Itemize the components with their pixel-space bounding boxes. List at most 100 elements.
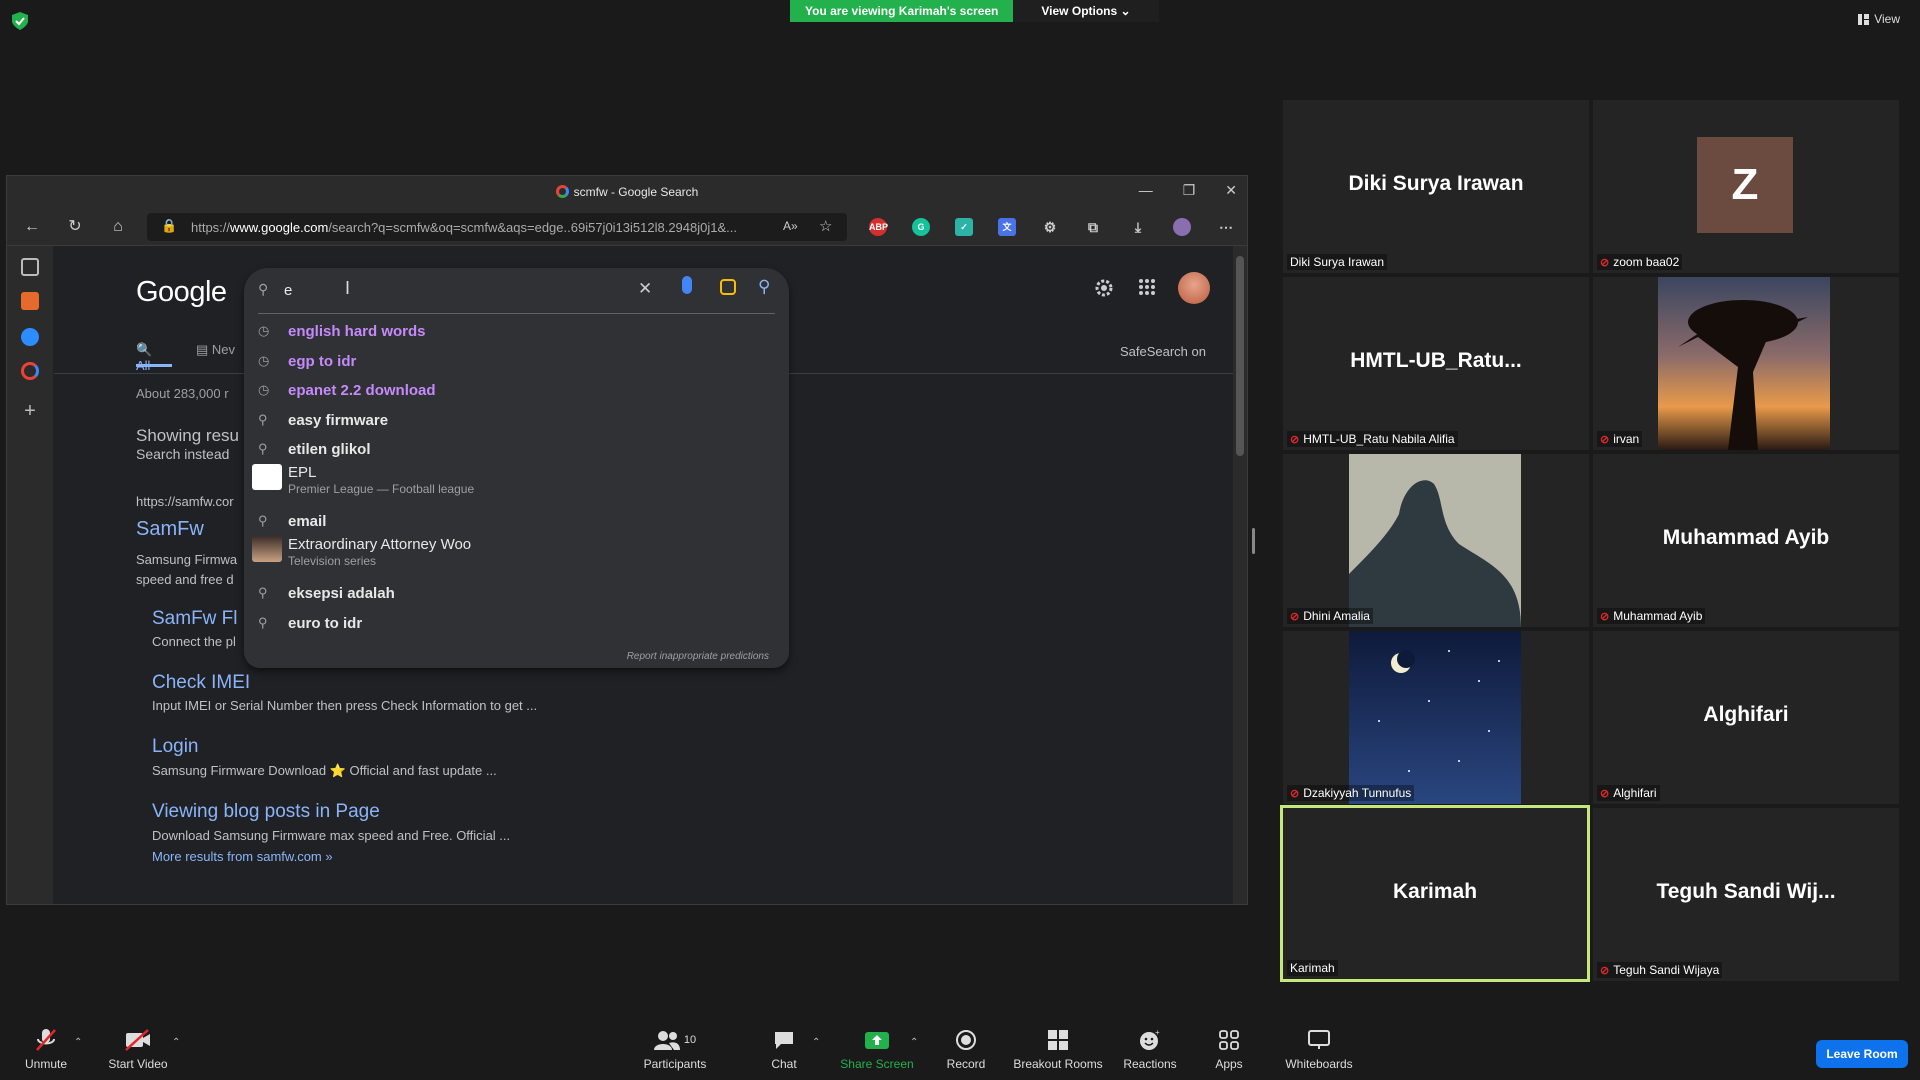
- participant-tile[interactable]: ⊘ Dhini Amalia: [1283, 454, 1589, 627]
- adblock-extension-icon[interactable]: ABP: [869, 218, 888, 236]
- breakout-rooms-button[interactable]: Breakout Rooms: [1013, 1027, 1103, 1071]
- participant-tile[interactable]: Z ⊘ zoom baa02: [1593, 100, 1899, 273]
- clear-icon[interactable]: ✕: [638, 279, 652, 299]
- profile-avatar[interactable]: [1173, 218, 1191, 236]
- suggestion-text: EPL: [288, 464, 317, 481]
- grammarly-extension-icon[interactable]: G: [912, 218, 930, 236]
- home-icon[interactable]: ⌂: [107, 216, 129, 238]
- close-icon[interactable]: ✕: [1225, 182, 1237, 199]
- suggestion-item[interactable]: ⚲ easy firmware: [244, 405, 789, 434]
- chat-options-caret-icon[interactable]: ⌃: [812, 1037, 820, 1048]
- read-aloud-icon[interactable]: A»: [783, 219, 798, 233]
- viewing-label: You are viewing Karimah's screen: [790, 0, 1014, 22]
- start-video-button[interactable]: Start Video: [106, 1027, 170, 1071]
- collections-icon[interactable]: ⧉: [1084, 218, 1102, 236]
- share-options-caret-icon[interactable]: ⌃: [910, 1037, 918, 1048]
- apps-icon: [1212, 1027, 1246, 1053]
- apps-button[interactable]: Apps: [1212, 1027, 1246, 1071]
- participant-name: Dzakiyyah Tunnufus: [1303, 786, 1412, 800]
- voice-search-icon[interactable]: [682, 276, 692, 294]
- night-sky-photo: [1349, 631, 1521, 804]
- active-speaker-tile[interactable]: Karimah Karimah: [1280, 805, 1590, 982]
- suggestion-item[interactable]: ⚲ eksepsi adalah: [244, 578, 789, 607]
- more-menu-icon[interactable]: ⋯: [1217, 218, 1235, 236]
- google-search-page: Google 🔍 All ▤ Nev SafeSearch on About 2…: [54, 246, 1234, 904]
- translate-extension-icon[interactable]: 文: [998, 218, 1016, 236]
- suggestion-item[interactable]: ⚲ email: [244, 506, 789, 535]
- back-icon[interactable]: ←: [21, 216, 43, 238]
- tab-all[interactable]: 🔍 All: [136, 342, 152, 373]
- suggestion-text: egp to idr: [288, 353, 357, 370]
- sitelink-title[interactable]: Viewing blog posts in Page: [152, 801, 380, 823]
- scrollbar-thumb[interactable]: [1236, 256, 1244, 456]
- extension-icon[interactable]: ✓: [955, 218, 973, 236]
- favorite-star-icon[interactable]: ☆: [819, 217, 832, 235]
- refresh-icon[interactable]: ↻: [64, 216, 86, 238]
- suggestion-item[interactable]: ◷ epanet 2.2 download: [244, 375, 789, 404]
- safesearch-status[interactable]: SafeSearch on: [1120, 344, 1206, 359]
- result-title-link[interactable]: SamFw: [136, 518, 204, 541]
- participant-caption: ⊘ irvan: [1597, 431, 1643, 447]
- search-submit-icon[interactable]: ⚲: [758, 277, 770, 297]
- tab-news[interactable]: ▤ Nev: [196, 342, 235, 358]
- add-tab-icon[interactable]: +: [21, 401, 39, 421]
- view-button[interactable]: View: [1858, 12, 1900, 26]
- suggestion-item[interactable]: Extraordinary Attorney Woo Television se…: [244, 534, 789, 570]
- address-bar[interactable]: 🔒 https://www.google.com/search?q=scmfw&…: [147, 213, 847, 241]
- blogger-tab-icon[interactable]: [21, 292, 39, 310]
- minimize-icon[interactable]: —: [1139, 182, 1153, 199]
- participant-tile[interactable]: ⊘ irvan: [1593, 277, 1899, 450]
- security-shield-icon[interactable]: [12, 12, 28, 30]
- suggestion-item[interactable]: ⚲ etilen glikol: [244, 434, 789, 463]
- restore-icon[interactable]: ❐: [1183, 182, 1196, 199]
- participant-tile[interactable]: Diki Surya Irawan Diki Surya Irawan: [1283, 100, 1589, 273]
- sitelink-title[interactable]: Login: [152, 736, 199, 758]
- participant-tile[interactable]: ⊘ Dzakiyyah Tunnufus: [1283, 631, 1589, 804]
- participant-tile[interactable]: HMTL-UB_Ratu... ⊘ HMTL-UB_Ratu Nabila Ali…: [1283, 277, 1589, 450]
- google-logo[interactable]: Google: [136, 276, 227, 309]
- sitelink-title[interactable]: SamFw Fl: [152, 608, 238, 630]
- chat-button[interactable]: Chat: [764, 1027, 804, 1071]
- view-options-button[interactable]: View Options ⌄: [1013, 0, 1159, 22]
- page-scrollbar[interactable]: [1233, 246, 1247, 904]
- reactions-button[interactable]: + Reactions: [1122, 1027, 1178, 1071]
- participants-button[interactable]: 10 Participants: [642, 1027, 708, 1071]
- unmute-button[interactable]: Unmute: [20, 1027, 72, 1071]
- whiteboards-button[interactable]: Whiteboards: [1284, 1027, 1354, 1071]
- audio-options-caret-icon[interactable]: ⌃: [74, 1037, 82, 1048]
- tab-actions-icon[interactable]: [21, 258, 39, 276]
- panel-resize-handle[interactable]: [1252, 528, 1255, 554]
- search-input[interactable]: ⚲ e I ✕ ⚲: [258, 268, 775, 314]
- record-button[interactable]: Record: [944, 1027, 988, 1071]
- more-results-link[interactable]: More results from samfw.com »: [152, 849, 333, 864]
- share-screen-button[interactable]: Share Screen: [840, 1027, 914, 1071]
- apps-label: Apps: [1215, 1057, 1243, 1071]
- search-icon: ⚲: [258, 441, 268, 456]
- extensions-puzzle-icon[interactable]: ⚙: [1041, 218, 1059, 236]
- participant-caption: ⊘ HMTL-UB_Ratu Nabila Alifia: [1287, 431, 1458, 447]
- history-icon: ◷: [258, 382, 270, 397]
- account-avatar[interactable]: [1178, 272, 1210, 304]
- search-instead-text[interactable]: Search instead: [136, 446, 229, 462]
- apps-grid-icon[interactable]: [1138, 278, 1156, 301]
- leave-room-button[interactable]: Leave Room: [1816, 1040, 1908, 1068]
- participant-tile[interactable]: Muhammad Ayib ⊘ Muhammad Ayib: [1593, 454, 1899, 627]
- settings-gear-icon[interactable]: [1094, 278, 1114, 303]
- whiteboard-icon: [1284, 1027, 1354, 1053]
- video-options-caret-icon[interactable]: ⌃: [172, 1037, 180, 1048]
- download-icon[interactable]: ⤓: [1129, 218, 1147, 236]
- premier-league-thumbnail: [252, 464, 282, 490]
- suggestion-item[interactable]: EPL Premier League — Football league: [244, 462, 789, 498]
- zoom-tab-icon[interactable]: [21, 328, 39, 346]
- participant-name: Diki Surya Irawan: [1290, 255, 1385, 269]
- lens-icon[interactable]: [720, 279, 736, 295]
- report-predictions-link[interactable]: Report inappropriate predictions: [627, 651, 769, 662]
- suggestion-item[interactable]: ◷ egp to idr: [244, 346, 789, 375]
- participant-tile[interactable]: Alghifari ⊘ Alghifari: [1593, 631, 1899, 804]
- sitelink-title[interactable]: Check IMEI: [152, 672, 250, 694]
- suggestion-item[interactable]: ◷ english hard words: [244, 316, 789, 345]
- suggestion-item[interactable]: ⚲ euro to idr: [244, 608, 789, 637]
- participant-display-name: HMTL-UB_Ratu...: [1350, 349, 1522, 372]
- google-tab-icon[interactable]: [21, 362, 39, 380]
- participant-tile[interactable]: Teguh Sandi Wij... ⊘ Teguh Sandi Wijaya: [1593, 808, 1899, 981]
